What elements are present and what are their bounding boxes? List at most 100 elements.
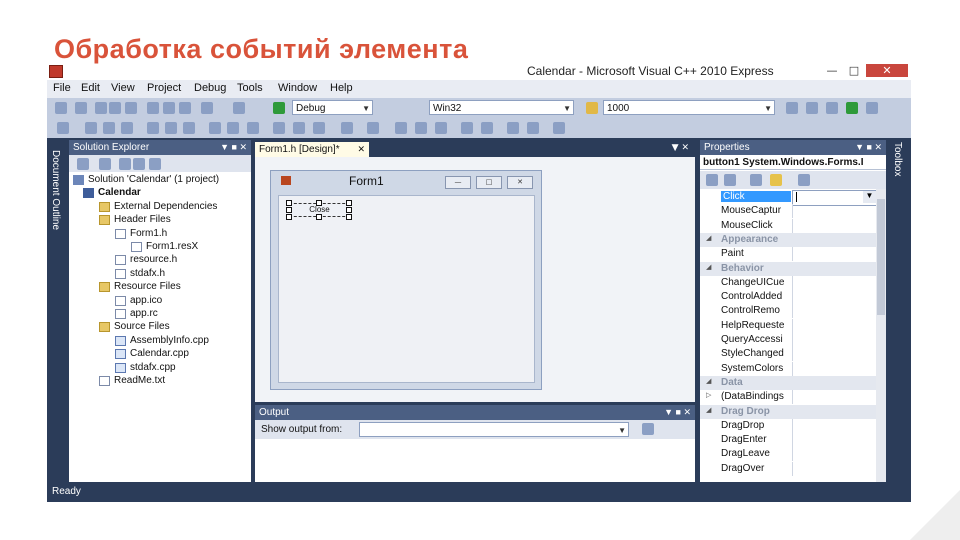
expand-toggle-icon[interactable]: ◢ — [706, 377, 711, 385]
object-selector[interactable]: button1 System.Windows.Forms.I — [700, 155, 886, 170]
property-row[interactable]: Click ▼ — [700, 190, 878, 206]
minimize-button[interactable]: — — [822, 64, 842, 77]
menu-window[interactable]: Window — [278, 82, 317, 94]
refresh-icon[interactable] — [119, 158, 131, 170]
save-icon[interactable] — [109, 102, 121, 114]
object-browser-icon[interactable] — [826, 102, 838, 114]
menu-tools[interactable]: Tools — [237, 82, 263, 94]
toolbox-side-tab[interactable]: Toolbox — [892, 142, 903, 176]
property-row[interactable]: MouseCaptur — [700, 204, 877, 219]
remove-vertical-spacing-icon[interactable] — [435, 122, 447, 134]
solution-explorer-icon[interactable] — [786, 102, 798, 114]
align-to-grid-icon[interactable] — [57, 122, 69, 134]
start-debugging-icon[interactable] — [273, 102, 285, 114]
form1-window[interactable]: Form1 — □ ✕ Close — [270, 170, 542, 390]
property-row[interactable]: ▷ (DataBindings — [700, 390, 877, 405]
align-rights-icon[interactable] — [121, 122, 133, 134]
property-row[interactable]: MouseClick — [700, 218, 877, 233]
selection-handle[interactable] — [346, 207, 352, 213]
properties-icon[interactable] — [77, 158, 89, 170]
property-row[interactable]: DragEnter — [700, 433, 877, 448]
align-tops-icon[interactable] — [147, 122, 159, 134]
menu-project[interactable]: Project — [147, 82, 181, 94]
make-same-width-icon[interactable] — [209, 122, 221, 134]
size-to-grid-icon[interactable] — [227, 122, 239, 134]
scrollbar-thumb[interactable] — [877, 199, 885, 315]
align-middles-icon[interactable] — [165, 122, 177, 134]
document-outline-tab[interactable]: Document Outline — [50, 150, 61, 230]
menu-file[interactable]: File — [53, 82, 71, 94]
selection-handle[interactable] — [316, 200, 322, 206]
alphabetical-icon[interactable] — [724, 174, 736, 186]
categorized-icon[interactable] — [706, 174, 718, 186]
properties-view-icon[interactable] — [750, 174, 762, 186]
property-value[interactable] — [792, 304, 877, 319]
selection-handle[interactable] — [286, 207, 292, 213]
property-category[interactable]: ◢ Drag Drop — [700, 404, 876, 419]
chevron-down-icon[interactable]: ▼ — [863, 191, 876, 203]
property-value[interactable] — [792, 418, 877, 433]
open-file-icon[interactable] — [95, 102, 107, 114]
decrease-vertical-spacing-icon[interactable] — [415, 122, 427, 134]
property-category[interactable]: ◢ Data — [700, 375, 876, 390]
maximize-button[interactable]: □ — [844, 64, 864, 77]
property-value[interactable] — [792, 204, 877, 219]
decrease-horizontal-spacing-icon[interactable] — [313, 122, 325, 134]
property-row[interactable]: ControlRemo — [700, 304, 877, 319]
property-value[interactable] — [792, 218, 877, 233]
property-pages-icon[interactable] — [798, 174, 810, 186]
redo-icon[interactable] — [233, 102, 245, 114]
center-vertically-icon[interactable] — [481, 122, 493, 134]
tab-form1-design[interactable]: Form1.h [Design]* ✕ — [255, 142, 369, 157]
property-value[interactable] — [792, 275, 877, 290]
view-code-icon[interactable] — [133, 158, 145, 170]
increase-vertical-spacing-icon[interactable] — [395, 122, 407, 134]
properties-scrollbar[interactable] — [876, 189, 886, 482]
property-row[interactable]: DragDrop — [700, 418, 877, 433]
property-value[interactable] — [792, 390, 877, 405]
configuration-dropdown[interactable]: Debug ▼ — [292, 100, 373, 115]
clear-output-icon[interactable] — [642, 423, 654, 435]
show-all-files-icon[interactable] — [99, 158, 111, 170]
expand-toggle-icon[interactable]: ◢ — [706, 263, 711, 271]
panel-window-buttons[interactable]: ▼ ■ ✕ — [220, 140, 247, 155]
cut-icon[interactable] — [147, 102, 159, 114]
property-value[interactable] — [792, 347, 877, 362]
copy-icon[interactable] — [163, 102, 175, 114]
panel-window-buttons[interactable]: ▼ ■ ✕ — [855, 140, 882, 155]
property-value[interactable] — [792, 461, 877, 476]
property-value[interactable] — [792, 433, 877, 448]
align-lefts-icon[interactable] — [85, 122, 97, 134]
platform-dropdown[interactable]: Win32 ▼ — [429, 100, 574, 115]
increase-horizontal-spacing-icon[interactable] — [293, 122, 305, 134]
menu-debug[interactable]: Debug — [194, 82, 226, 94]
property-value[interactable] — [792, 333, 877, 347]
property-category[interactable]: ◢ Behavior — [700, 261, 876, 276]
menu-view[interactable]: View — [111, 82, 135, 94]
save-all-icon[interactable] — [125, 102, 137, 114]
menu-help[interactable]: Help — [330, 82, 353, 94]
view-designer-icon[interactable] — [149, 158, 161, 170]
property-row[interactable]: QueryAccessi — [700, 333, 876, 347]
output-source-dropdown[interactable]: ▼ — [359, 422, 629, 437]
property-value[interactable] — [792, 447, 877, 462]
selection-handle[interactable] — [286, 214, 292, 220]
tab-order-icon[interactable] — [553, 122, 565, 134]
property-row[interactable]: ChangeUICue — [700, 275, 877, 290]
new-project-icon[interactable] — [55, 102, 67, 114]
events-lightning-icon[interactable] — [770, 174, 782, 186]
document-tab-buttons[interactable]: ▼ ✕ — [672, 143, 689, 153]
property-row[interactable]: HelpRequeste — [700, 318, 877, 333]
add-item-icon[interactable] — [75, 102, 87, 114]
property-row[interactable]: DragLeave — [700, 447, 877, 462]
find-in-files-icon[interactable] — [586, 102, 598, 114]
properties-window-icon[interactable] — [806, 102, 818, 114]
selection-handle[interactable] — [346, 200, 352, 206]
extension-manager-icon[interactable] — [866, 102, 878, 114]
property-row[interactable]: DragOver — [700, 461, 877, 476]
selection-handle[interactable] — [346, 214, 352, 220]
property-value[interactable] — [792, 318, 877, 333]
property-category[interactable]: ◢ Appearance — [700, 232, 876, 247]
close-tab-icon[interactable]: ✕ — [357, 142, 365, 157]
vertical-spacing-equal-icon[interactable] — [367, 122, 379, 134]
